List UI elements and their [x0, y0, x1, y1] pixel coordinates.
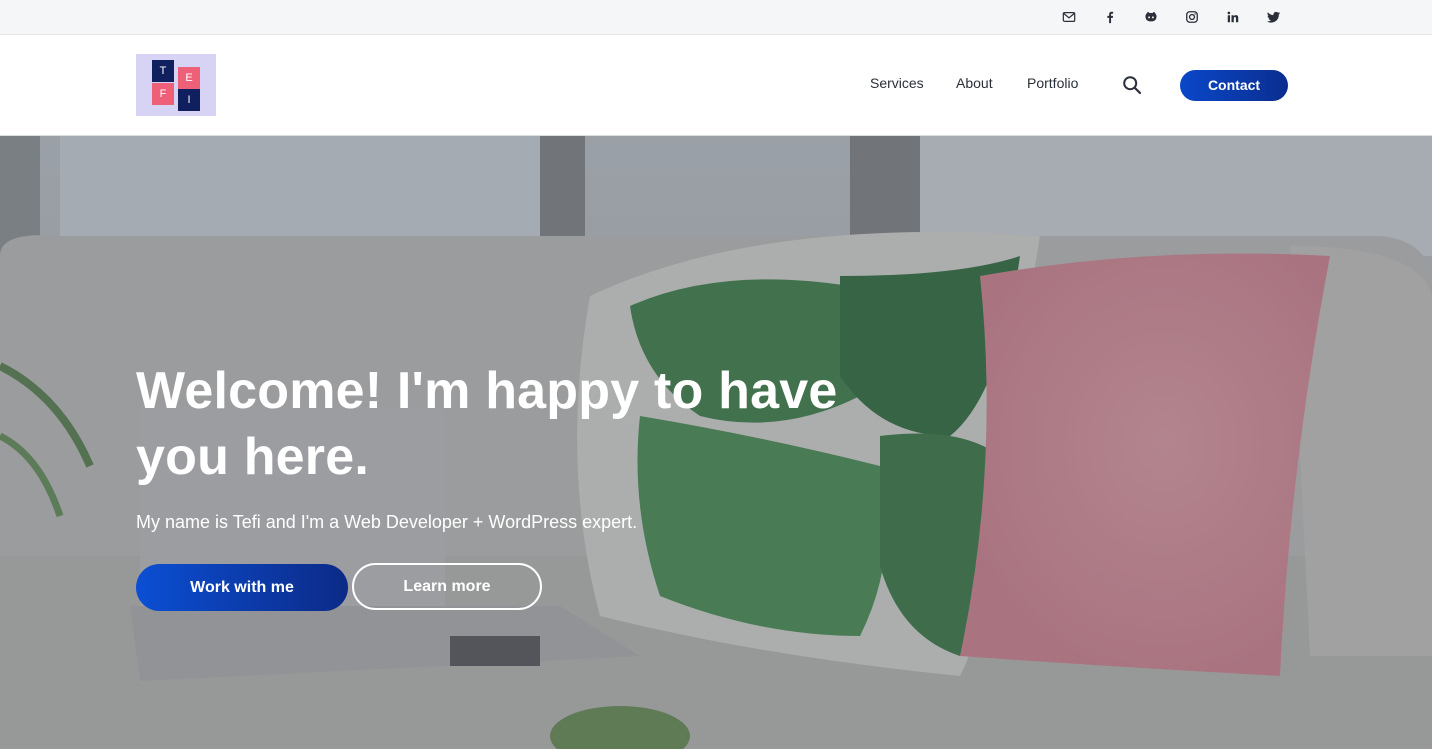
search-icon[interactable]	[1122, 75, 1142, 95]
hero-title: Welcome! I'm happy to have you here.	[136, 362, 838, 486]
learn-more-button[interactable]: Learn more	[352, 563, 542, 610]
site-header: T E F I Services About Portfolio Contact	[0, 35, 1432, 136]
logo-letter-e: E	[178, 67, 200, 89]
twitter-icon[interactable]	[1266, 9, 1282, 25]
logo-letter-f: F	[152, 83, 174, 105]
instagram-icon[interactable]	[1184, 9, 1200, 25]
top-social-bar	[0, 0, 1432, 35]
logo-letter-i: I	[178, 89, 200, 111]
hero-subtitle: My name is Tefi and I'm a Web Developer …	[136, 512, 638, 532]
nav-portfolio[interactable]: Portfolio	[1027, 75, 1078, 91]
nav-services[interactable]: Services	[870, 75, 924, 91]
nav-about[interactable]: About	[956, 75, 993, 91]
github-icon[interactable]	[1143, 9, 1159, 25]
facebook-icon[interactable]	[1102, 9, 1118, 25]
linkedin-icon[interactable]	[1225, 9, 1241, 25]
site-logo[interactable]: T E F I	[136, 54, 216, 116]
social-links	[1061, 0, 1282, 34]
logo-letter-t: T	[152, 60, 174, 82]
mail-icon[interactable]	[1061, 9, 1077, 25]
hero-section: Welcome! I'm happy to have you here. My …	[0, 136, 1432, 749]
work-with-me-button[interactable]: Work with me	[136, 564, 348, 611]
contact-button[interactable]: Contact	[1180, 70, 1288, 101]
